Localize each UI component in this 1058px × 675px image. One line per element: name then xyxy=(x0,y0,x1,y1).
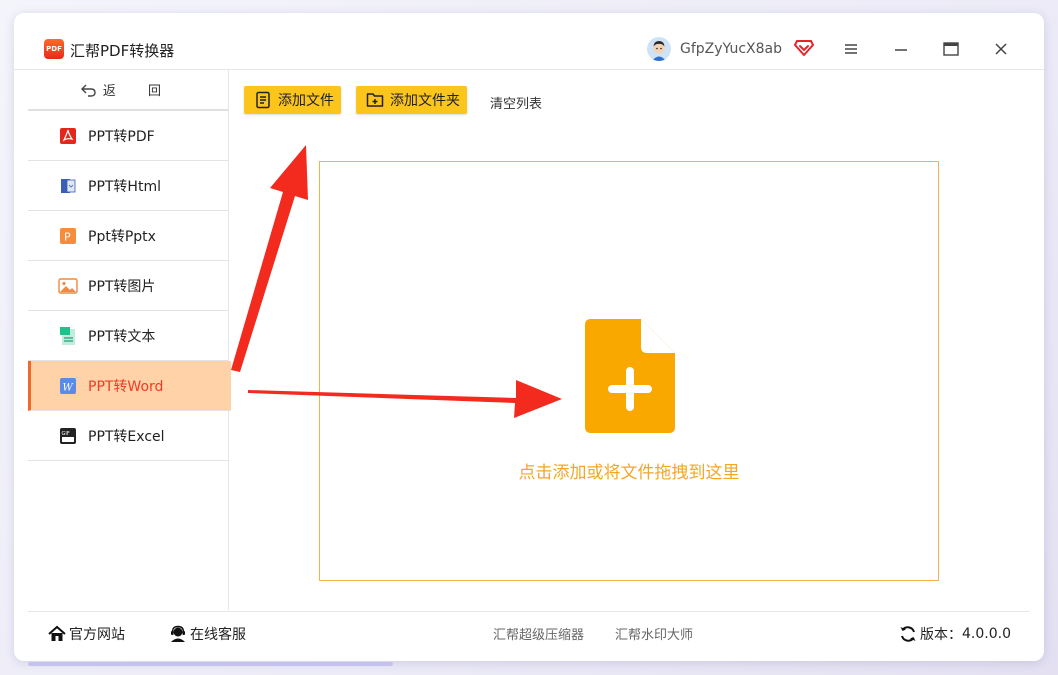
sidebar-item-ppt-to-text[interactable]: PPT转文本 xyxy=(28,311,228,361)
online-support-link[interactable]: 在线客服 xyxy=(169,624,246,644)
compressor-link[interactable]: 汇帮超级压缩器 xyxy=(493,624,584,643)
menu-icon[interactable] xyxy=(840,39,862,59)
app-logo-icon: PDF xyxy=(44,39,64,59)
word-icon: W xyxy=(58,376,78,396)
image-icon xyxy=(58,276,78,296)
drop-zone-text: 点击添加或将文件拖拽到这里 xyxy=(518,463,740,483)
title-bar: PDF 汇帮PDF转换器 GfpZyYucX8ab xyxy=(14,13,1044,70)
vip-diamond-icon[interactable] xyxy=(794,39,814,57)
back-arrow-icon xyxy=(80,84,96,97)
add-folder-button[interactable]: 添加文件夹 xyxy=(356,86,467,114)
pdf-icon xyxy=(58,126,78,146)
sidebar-item-label: PPT转文本 xyxy=(88,328,156,345)
html-icon xyxy=(58,176,78,196)
sidebar-item-label: PPT转图片 xyxy=(88,278,156,295)
svg-text:P: P xyxy=(64,230,71,243)
minimize-icon[interactable] xyxy=(890,39,912,59)
version-info[interactable]: 版本： 4.0.0.0 xyxy=(899,624,1011,644)
sidebar: 返 回 PPT转PDF PPT转Html P Ppt转Pptx PPT转图片 P… xyxy=(28,70,231,610)
add-folder-icon xyxy=(366,93,384,107)
text-icon xyxy=(58,326,78,346)
refresh-icon xyxy=(900,626,916,642)
sidebar-item-ppt-to-pptx[interactable]: P Ppt转Pptx xyxy=(28,211,228,261)
footer: 官方网站 在线客服 汇帮超级压缩器 汇帮水印大师 版本： 4.0.0.0 xyxy=(28,611,1030,652)
watermark-link[interactable]: 汇帮水印大师 xyxy=(615,624,693,643)
sidebar-item-label: PPT转Html xyxy=(88,178,161,195)
pptx-icon: P xyxy=(58,226,78,246)
scroll-indicator xyxy=(28,662,393,666)
maximize-icon[interactable] xyxy=(940,39,962,59)
sidebar-item-ppt-to-word[interactable]: W PPT转Word xyxy=(28,361,231,411)
home-icon xyxy=(48,625,66,641)
sidebar-item-label: PPT转PDF xyxy=(88,128,155,145)
clear-list-button[interactable]: 清空列表 xyxy=(490,93,542,112)
official-website-link[interactable]: 官方网站 xyxy=(48,624,125,644)
sidebar-item-ppt-to-html[interactable]: PPT转Html xyxy=(28,161,228,211)
excel-icon: GIF xyxy=(58,426,78,446)
sidebar-item-ppt-to-image[interactable]: PPT转图片 xyxy=(28,261,228,311)
add-file-icon xyxy=(256,91,270,109)
customer-service-icon xyxy=(171,625,185,642)
user-avatar[interactable] xyxy=(647,37,671,61)
svg-text:GIF: GIF xyxy=(62,431,70,437)
back-label: 返 回 xyxy=(102,84,176,99)
svg-text:W: W xyxy=(63,382,74,393)
back-button[interactable]: 返 回 xyxy=(28,70,228,111)
close-icon[interactable] xyxy=(990,39,1012,59)
add-file-plus-icon[interactable] xyxy=(585,319,675,433)
sidebar-item-label: PPT转Word xyxy=(88,378,164,395)
sidebar-item-ppt-to-pdf[interactable]: PPT转PDF xyxy=(28,111,228,161)
app-title: 汇帮PDF转换器 xyxy=(70,42,175,60)
username[interactable]: GfpZyYucX8ab xyxy=(680,41,782,57)
app-window: PDF 汇帮PDF转换器 GfpZyYucX8ab 返 回 PPT转PDF PP… xyxy=(14,13,1044,661)
sidebar-item-ppt-to-excel[interactable]: GIF PPT转Excel xyxy=(28,411,228,461)
file-drop-zone[interactable]: 点击添加或将文件拖拽到这里 xyxy=(319,161,939,581)
sidebar-item-label: PPT转Excel xyxy=(88,428,165,445)
sidebar-item-label: Ppt转Pptx xyxy=(88,228,156,245)
add-file-button[interactable]: 添加文件 xyxy=(244,86,341,114)
